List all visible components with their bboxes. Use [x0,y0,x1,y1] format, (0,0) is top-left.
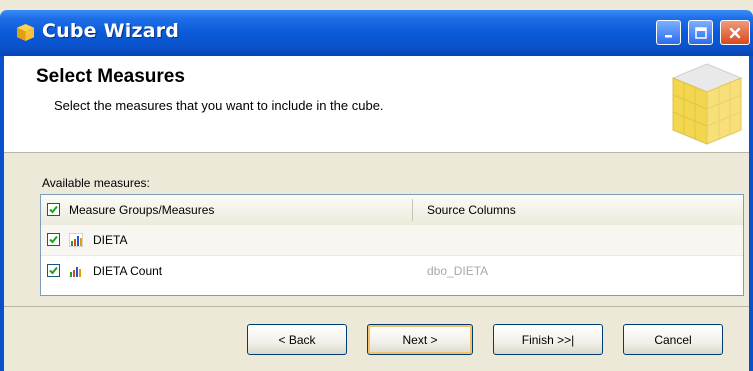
measure-source-column: dbo_DIETA [427,264,489,278]
next-button[interactable]: Next > [367,324,473,355]
back-button[interactable]: < Back [247,324,347,355]
close-button[interactable] [720,20,750,45]
measure-group-row[interactable]: DIETA [41,225,743,255]
maximize-button[interactable] [688,20,713,45]
checkmark-icon [49,235,58,244]
footer-divider [4,306,749,307]
measure-name: DIETA Count [93,264,163,278]
measures-grid: Measure Groups/Measures Source Columns D… [40,194,744,296]
measure-row[interactable]: DIETA Count dbo_DIETA [41,255,743,286]
title-bar[interactable]: Cube Wizard [0,10,753,56]
finish-button[interactable]: Finish >>| [493,324,603,355]
checkmark-icon [49,266,58,275]
minimize-icon [664,34,672,37]
measure-group-icon [69,233,83,247]
measure-group-name: DIETA [93,233,128,247]
grid-header: Measure Groups/Measures Source Columns [41,195,743,226]
page-subtitle: Select the measures that you want to inc… [54,98,384,113]
window-border-right [749,56,753,371]
measure-checkbox[interactable] [47,264,60,277]
window-title: Cube Wizard [42,20,180,42]
measure-icon [70,267,81,277]
column-header-source[interactable]: Source Columns [427,203,516,217]
close-icon [729,27,741,38]
cube-graphic [671,63,743,145]
wizard-header: Select Measures Select the measures that… [4,56,749,153]
cancel-button[interactable]: Cancel [623,324,723,355]
checkmark-icon [49,205,58,214]
minimize-button[interactable] [656,20,681,45]
page-title: Select Measures [36,66,185,87]
measure-group-checkbox[interactable] [47,233,60,246]
column-header-measures[interactable]: Measure Groups/Measures [69,203,214,217]
maximize-icon [694,26,707,39]
column-separator[interactable] [412,199,413,221]
available-measures-label: Available measures: [42,176,150,190]
cube-icon [16,23,35,42]
cube-wizard-window: Cube Wizard Select Measures Select the m… [0,0,753,371]
select-all-checkbox[interactable] [47,203,60,216]
